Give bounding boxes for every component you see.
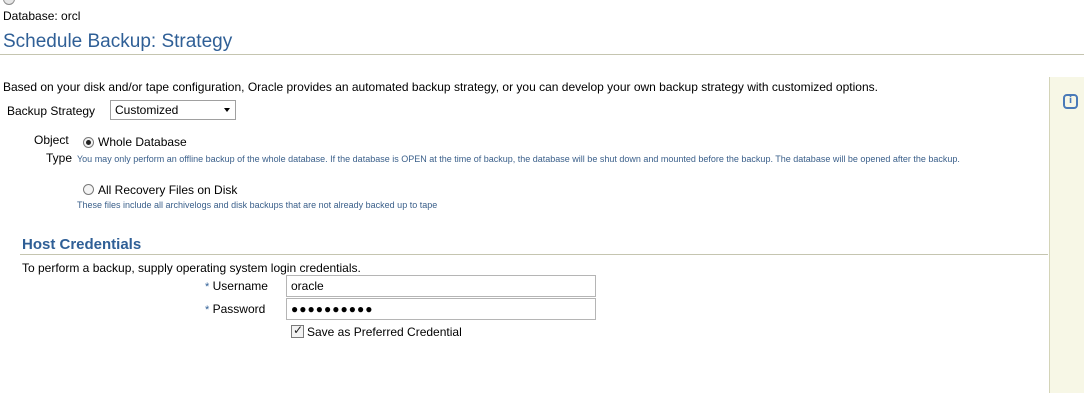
username-label: Username xyxy=(212,279,268,293)
section-divider xyxy=(20,254,1048,255)
whole-database-radio[interactable] xyxy=(83,137,94,148)
intro-text: Based on your disk and/or tape configura… xyxy=(3,80,878,94)
chevron-down-icon xyxy=(224,108,230,112)
info-icon[interactable]: i xyxy=(1063,94,1078,109)
required-icon: * xyxy=(205,281,210,293)
whole-database-help: You may only perform an offline backup o… xyxy=(77,154,960,164)
required-icon: * xyxy=(205,304,210,316)
host-credentials-intro: To perform a backup, supply operating sy… xyxy=(22,261,361,275)
save-credential-label: Save as Preferred Credential xyxy=(307,325,462,339)
password-input[interactable] xyxy=(286,298,596,320)
backup-strategy-value: Customized xyxy=(115,103,179,117)
recovery-files-radio[interactable] xyxy=(83,184,94,195)
host-credentials-title: Host Credentials xyxy=(22,236,142,253)
backup-strategy-label: Backup Strategy xyxy=(7,104,96,118)
object-type-label-line1: Object xyxy=(34,133,69,147)
save-credential-checkbox[interactable] xyxy=(291,323,304,338)
username-input[interactable] xyxy=(286,275,596,297)
clipped-icon xyxy=(3,0,15,5)
backup-strategy-select[interactable]: Customized xyxy=(110,100,236,120)
object-type-label-line2: Type xyxy=(46,151,73,165)
password-label-row: * Password xyxy=(205,302,265,316)
side-panel: i xyxy=(1049,77,1084,393)
database-label: Database: orcl xyxy=(3,9,81,23)
page-title: Schedule Backup: Strategy xyxy=(3,31,233,52)
title-divider xyxy=(0,54,1084,55)
whole-database-label: Whole Database xyxy=(98,135,187,149)
username-label-row: * Username xyxy=(205,279,268,293)
recovery-files-help: These files include all archivelogs and … xyxy=(77,200,438,210)
recovery-files-label: All Recovery Files on Disk xyxy=(98,183,238,197)
password-label: Password xyxy=(212,302,266,316)
